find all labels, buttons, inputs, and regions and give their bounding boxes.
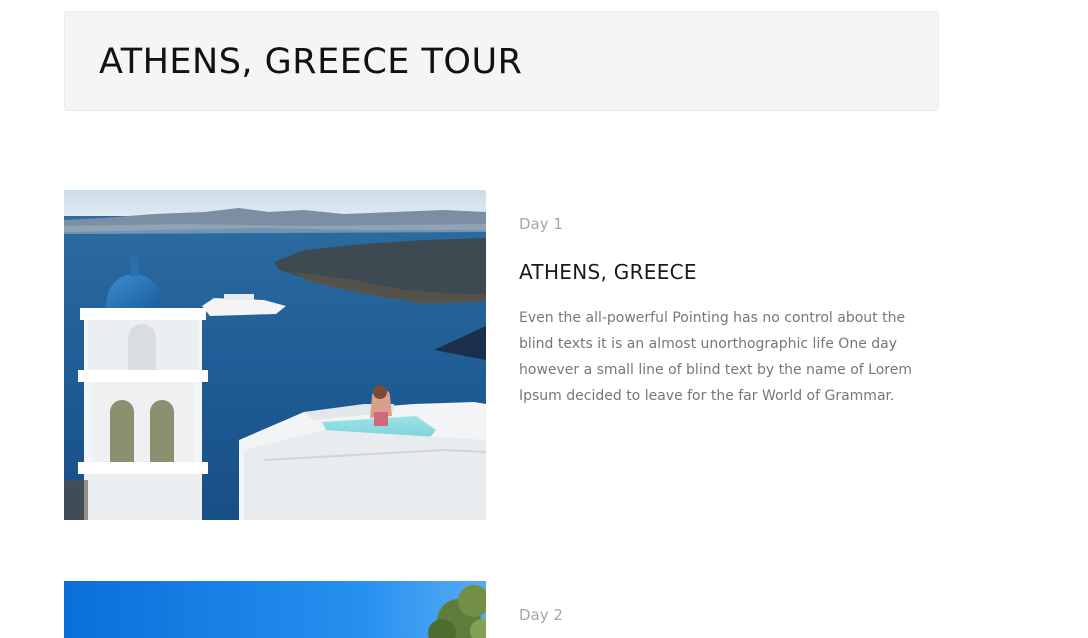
day-2-label: Day 2	[519, 606, 563, 624]
santorini-caldera-photo	[64, 190, 486, 520]
day-1-photo	[64, 190, 486, 520]
day-1-title: ATHENS, GREECE	[519, 260, 697, 284]
day-1-description: Even the all-powerful Pointing has no co…	[519, 310, 912, 404]
page-title: ATHENS, GREECE TOUR	[99, 42, 523, 82]
blue-sky-tree-photo	[64, 581, 486, 638]
day-1-label: Day 1	[519, 215, 563, 233]
day-2-photo	[64, 581, 486, 638]
page-title-box: ATHENS, GREECE TOUR	[64, 11, 939, 111]
